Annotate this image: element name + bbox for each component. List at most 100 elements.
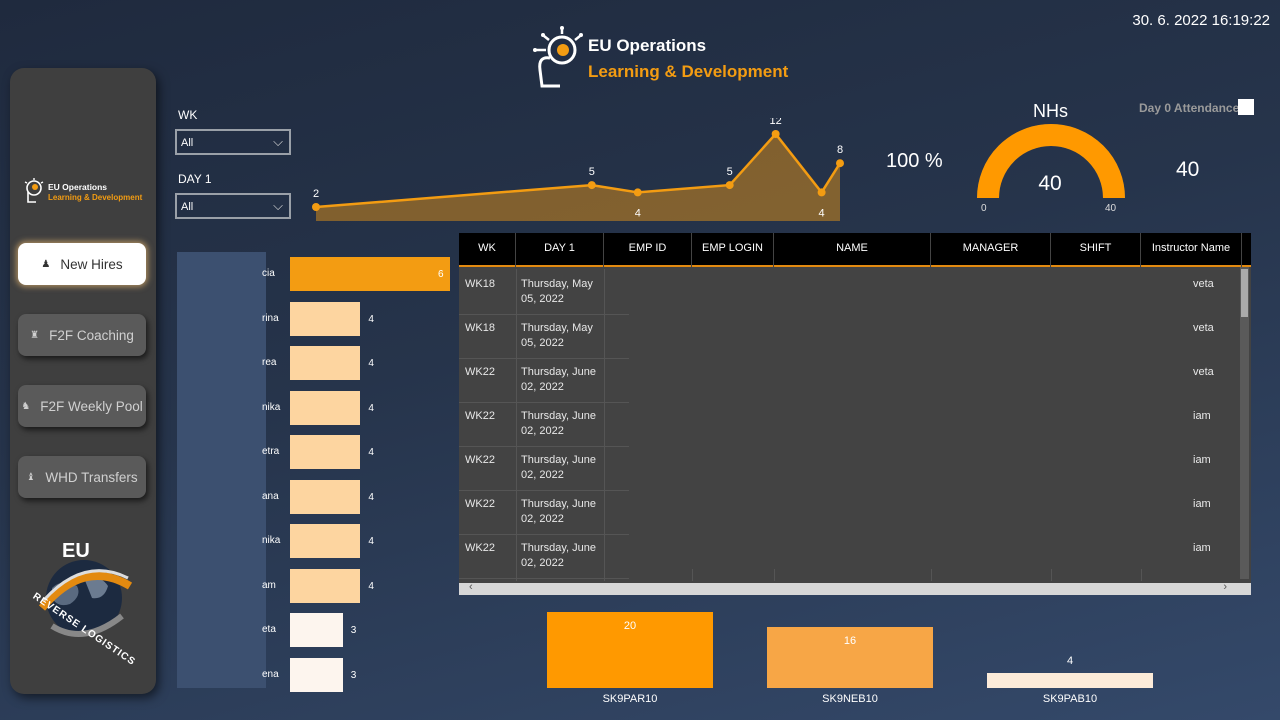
instructor-bar-label: nika — [262, 535, 281, 546]
shift-bar-label: SK9PAB10 — [1042, 693, 1098, 705]
datetime-display: 30. 6. 2022 16:19:22 — [1132, 12, 1270, 29]
area-point — [771, 130, 780, 138]
table-header: WK DAY 1 EMP ID EMP LOGIN NAME MANAGER SHIFT In… — [459, 233, 1251, 267]
instructor-bar-label: etra — [262, 446, 280, 457]
table-column-header[interactable]: DAY 1 — [516, 233, 604, 267]
nhs-count-kpi: 40 — [1176, 158, 1200, 181]
nav-new-hires-button[interactable]: ♟ New Hires — [18, 243, 146, 285]
cell-day1: Thursday, June 02, 2022 — [521, 365, 596, 395]
chess-icon: ♜ — [30, 329, 40, 341]
instructor-bar[interactable] — [290, 390, 361, 425]
cell-instructor: iam — [1193, 454, 1211, 466]
instructor-bar-label: rea — [262, 357, 277, 368]
area-point — [725, 181, 734, 190]
instructor-bar-label: ena — [262, 668, 279, 680]
horizontal-scrollbar[interactable]: ‹ › — [459, 581, 1251, 595]
reverse-logistics-emblem: EU REVERSE LOGISTICS — [22, 538, 146, 668]
instructor-bar[interactable] — [290, 257, 450, 291]
weekly-new-hires-area-chart: 2 5 4 5 12 4 8 — [312, 118, 844, 221]
wk-filter-label: WK — [178, 108, 198, 122]
cell-wk: WK22 — [465, 366, 495, 378]
nav-whd-transfers-button[interactable]: ♝ WHD Transfers — [18, 456, 146, 498]
day1-filter-value: All — [181, 201, 194, 213]
nav-f2f-coaching-button[interactable]: ♜ F2F Coaching — [18, 314, 146, 356]
instructor-bar-value: 6 — [438, 269, 444, 280]
instructor-bar-value: 4 — [368, 491, 374, 503]
nav-f2f-weekly-pool-button[interactable]: ♞ F2F Weekly Pool — [18, 385, 146, 427]
chess-icon: ♞ — [21, 400, 31, 412]
table-column-header[interactable]: MANAGER — [931, 233, 1051, 267]
instructor-bar[interactable] — [290, 301, 361, 336]
area-data-label: 2 — [313, 188, 319, 200]
lightbulb-head-icon — [24, 178, 44, 203]
table-column-header[interactable]: EMP ID — [604, 233, 692, 267]
column-divider — [516, 269, 517, 581]
area-data-label: 5 — [589, 166, 595, 178]
chevron-down-icon: ⌵ — [273, 198, 283, 213]
sidebar: EU Operations Learning & Development ♟ N… — [10, 68, 156, 694]
table-column-header[interactable]: EMP LOGIN — [692, 233, 774, 267]
table-column-header[interactable]: SHIFT — [1051, 233, 1141, 267]
new-hires-table: WK DAY 1 EMP ID EMP LOGIN NAME MANAGER SHIFT In… — [459, 233, 1251, 595]
instructor-bar[interactable] — [290, 657, 343, 692]
day0-attendance-label: Day 0 Attendance — [1139, 101, 1240, 115]
scroll-right-icon[interactable]: › — [1223, 581, 1227, 593]
cell-day1-line: 05, 2022 — [521, 293, 564, 305]
header-subtitle: Learning & Development — [588, 62, 789, 81]
cell-wk: WK18 — [465, 278, 495, 290]
header-title: EU Operations — [588, 36, 707, 55]
area-data-label: 12 — [770, 118, 782, 127]
attendance-percent-kpi: 100 % — [886, 150, 943, 172]
day1-filter-dropdown[interactable]: All ⌵ — [175, 193, 291, 219]
instructor-bar-value: 4 — [368, 447, 374, 458]
cell-wk: WK22 — [465, 454, 495, 466]
instructor-bar-label: nika — [262, 401, 281, 413]
instructor-bar[interactable] — [290, 524, 361, 558]
gauge-max-label: 40 — [1105, 203, 1117, 214]
table-column-header[interactable]: NAME — [774, 233, 931, 267]
cell-day1: Thursday, June 02, 2022 — [521, 497, 596, 527]
cell-day1: Thursday, June 02, 2022 — [521, 541, 596, 571]
vertical-scroll-thumb[interactable] — [1241, 269, 1248, 317]
cell-instructor: iam — [1193, 410, 1211, 422]
instructor-bar-label: eta — [262, 624, 276, 635]
area-data-label: 8 — [837, 144, 843, 156]
cell-day1-line: Thursday, June — [521, 410, 597, 422]
table-column-header[interactable]: Instructor Name — [1141, 233, 1242, 267]
column-divider — [692, 569, 693, 581]
column-divider — [774, 569, 775, 581]
vertical-scrollbar[interactable] — [1240, 267, 1249, 579]
table-column-header[interactable]: WK — [459, 233, 516, 267]
area-data-label: 5 — [727, 166, 733, 178]
cell-day1: Thursday, June 02, 2022 — [521, 453, 596, 483]
instructor-bar[interactable] — [290, 568, 361, 603]
instructor-bar-value: 3 — [350, 625, 357, 636]
cell-day1-line: Thursday, May — [521, 278, 593, 290]
instructor-bar[interactable] — [290, 613, 343, 647]
instructor-bar-value: 4 — [368, 358, 374, 369]
area-point — [633, 188, 642, 197]
cell-day1-line: 05, 2022 — [521, 337, 564, 349]
wk-filter-dropdown[interactable]: All ⌵ — [175, 129, 291, 155]
instructor-bar[interactable] — [290, 346, 361, 380]
shift-bar-label: SK9NEB10 — [822, 693, 878, 705]
gauge-min-label: 0 — [981, 203, 987, 214]
shift-bar[interactable] — [987, 672, 1153, 688]
shift-bar-label: SK9PAR10 — [602, 693, 658, 705]
column-divider — [604, 269, 605, 581]
instructor-bar[interactable] — [290, 435, 361, 469]
scroll-left-icon[interactable]: ‹ — [469, 581, 473, 593]
nhs-gauge-title: NHs — [1033, 101, 1068, 121]
chevron-down-icon: ⌵ — [273, 134, 283, 149]
nav-f2f-coaching-label: F2F Coaching — [49, 327, 134, 343]
cell-wk: WK22 — [465, 410, 495, 422]
instructor-bar[interactable] — [290, 479, 361, 514]
brand-eu-text: EU — [62, 540, 90, 562]
area-fill — [316, 134, 840, 221]
shift-bar-value: 16 — [843, 635, 857, 648]
wk-filter-value: All — [181, 137, 194, 149]
person-icon: ♟ — [41, 258, 51, 270]
nav-new-hires-label: New Hires — [60, 256, 123, 272]
day0-attendance-checkbox[interactable] — [1238, 99, 1254, 115]
cell-day1-line: 02, 2022 — [521, 513, 564, 525]
